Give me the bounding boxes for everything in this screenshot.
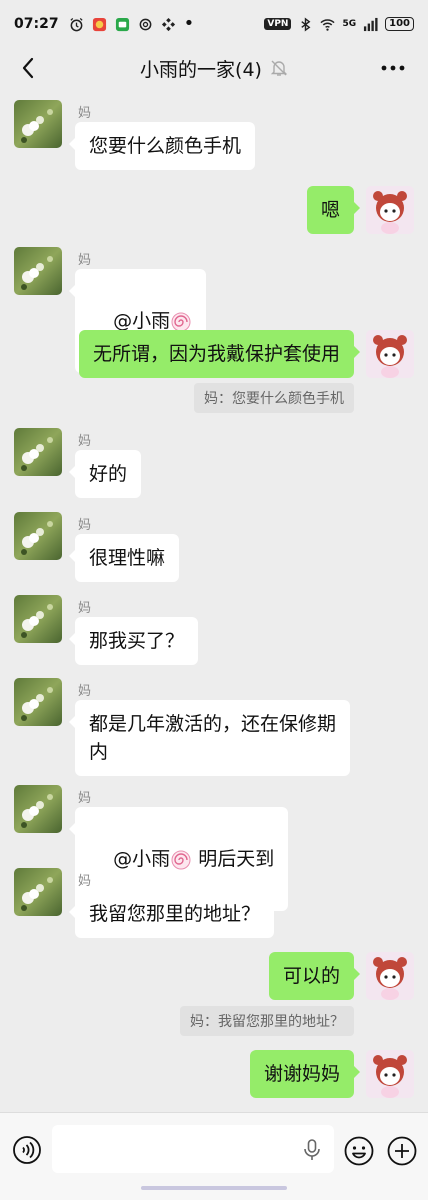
message-input[interactable] (52, 1125, 334, 1173)
swirl-emoji-icon (171, 850, 191, 869)
message-bubble[interactable]: 无所谓，因为我戴保护套使用 (78, 330, 361, 378)
message-bubble[interactable]: 很理性嘛 (68, 534, 180, 582)
message-text-after: 明后天到 (192, 848, 275, 870)
back-icon (22, 57, 34, 79)
message-bubble[interactable]: 您要什么颜色手机 (68, 122, 256, 170)
message-bubble[interactable]: 那我买了？ (68, 617, 199, 665)
bluetooth-icon (301, 16, 311, 32)
avatar-me[interactable] (366, 330, 414, 378)
status-right: VPN 5G 100 (264, 16, 414, 32)
sender-name: 妈 (78, 791, 92, 806)
more-notifications-dot: • (183, 13, 195, 34)
app-icon-green (115, 17, 129, 31)
network-type: 5G (342, 19, 357, 29)
mic-button[interactable] (302, 1139, 322, 1161)
avatar-mom[interactable] (14, 785, 62, 833)
plus-button[interactable] (386, 1135, 418, 1167)
binance-icon (161, 17, 175, 31)
notification-icons: • (69, 13, 195, 34)
avatar-mom[interactable] (14, 247, 62, 295)
quoted-reply[interactable]: 妈：您要什么颜色手机 (194, 383, 354, 413)
more-icon (381, 65, 405, 71)
app-icon-red (92, 17, 106, 31)
battery-indicator: 100 (385, 17, 414, 31)
sender-name: 妈 (78, 518, 92, 533)
avatar-mom[interactable] (14, 100, 62, 148)
avatar-mom[interactable] (14, 428, 62, 476)
message-bubble[interactable]: 谢谢妈妈 (249, 1050, 361, 1098)
voice-button[interactable] (12, 1135, 42, 1165)
mute-bell-icon (270, 60, 288, 76)
chat-title-wrap: 小雨的一家(4) (140, 55, 288, 82)
alarm-icon (69, 17, 83, 31)
mic-icon (304, 1139, 320, 1160)
message-bubble[interactable]: 我留您那里的地址？ (68, 890, 275, 938)
emoji-icon (344, 1136, 374, 1166)
sender-name: 妈 (78, 874, 92, 889)
openai-icon (139, 18, 151, 30)
signal-icon (364, 17, 378, 31)
avatar-mom[interactable] (14, 595, 62, 643)
chat-title: 小雨的一家(4) (140, 58, 262, 81)
sender-name: 妈 (78, 253, 92, 268)
voice-icon (13, 1136, 41, 1164)
status-bar: 07:27 • VPN 5G 100 (0, 0, 428, 48)
quoted-reply[interactable]: 妈：我留您那里的地址？ (180, 1006, 354, 1036)
vpn-badge: VPN (264, 18, 292, 30)
avatar-mom[interactable] (14, 678, 62, 726)
sender-name: 妈 (78, 601, 92, 616)
sender-name: 妈 (78, 434, 92, 449)
status-time: 07:27 (14, 16, 59, 32)
avatar-mom[interactable] (14, 868, 62, 916)
sender-name: 妈 (78, 106, 92, 121)
avatar-mom[interactable] (14, 512, 62, 560)
avatar-me[interactable] (366, 952, 414, 1000)
home-indicator[interactable] (141, 1186, 287, 1190)
message-bubble[interactable]: 都是几年激活的，还在保修期 内 (68, 700, 351, 776)
more-button[interactable] (378, 54, 408, 82)
message-bubble[interactable]: 嗯 (306, 186, 361, 234)
message-bubble[interactable]: 可以的 (268, 952, 361, 1000)
avatar-me[interactable] (366, 186, 414, 234)
back-button[interactable] (14, 54, 42, 82)
chat-header: 小雨的一家(4) (0, 48, 428, 88)
message-bubble[interactable]: 好的 (68, 450, 142, 498)
mention-text: @小雨 (113, 848, 171, 870)
sender-name: 妈 (78, 684, 92, 699)
emoji-button[interactable] (343, 1135, 375, 1167)
wifi-icon (320, 18, 336, 31)
mention-text: @小雨 (113, 310, 171, 332)
plus-icon (387, 1136, 417, 1166)
avatar-me[interactable] (366, 1050, 414, 1098)
